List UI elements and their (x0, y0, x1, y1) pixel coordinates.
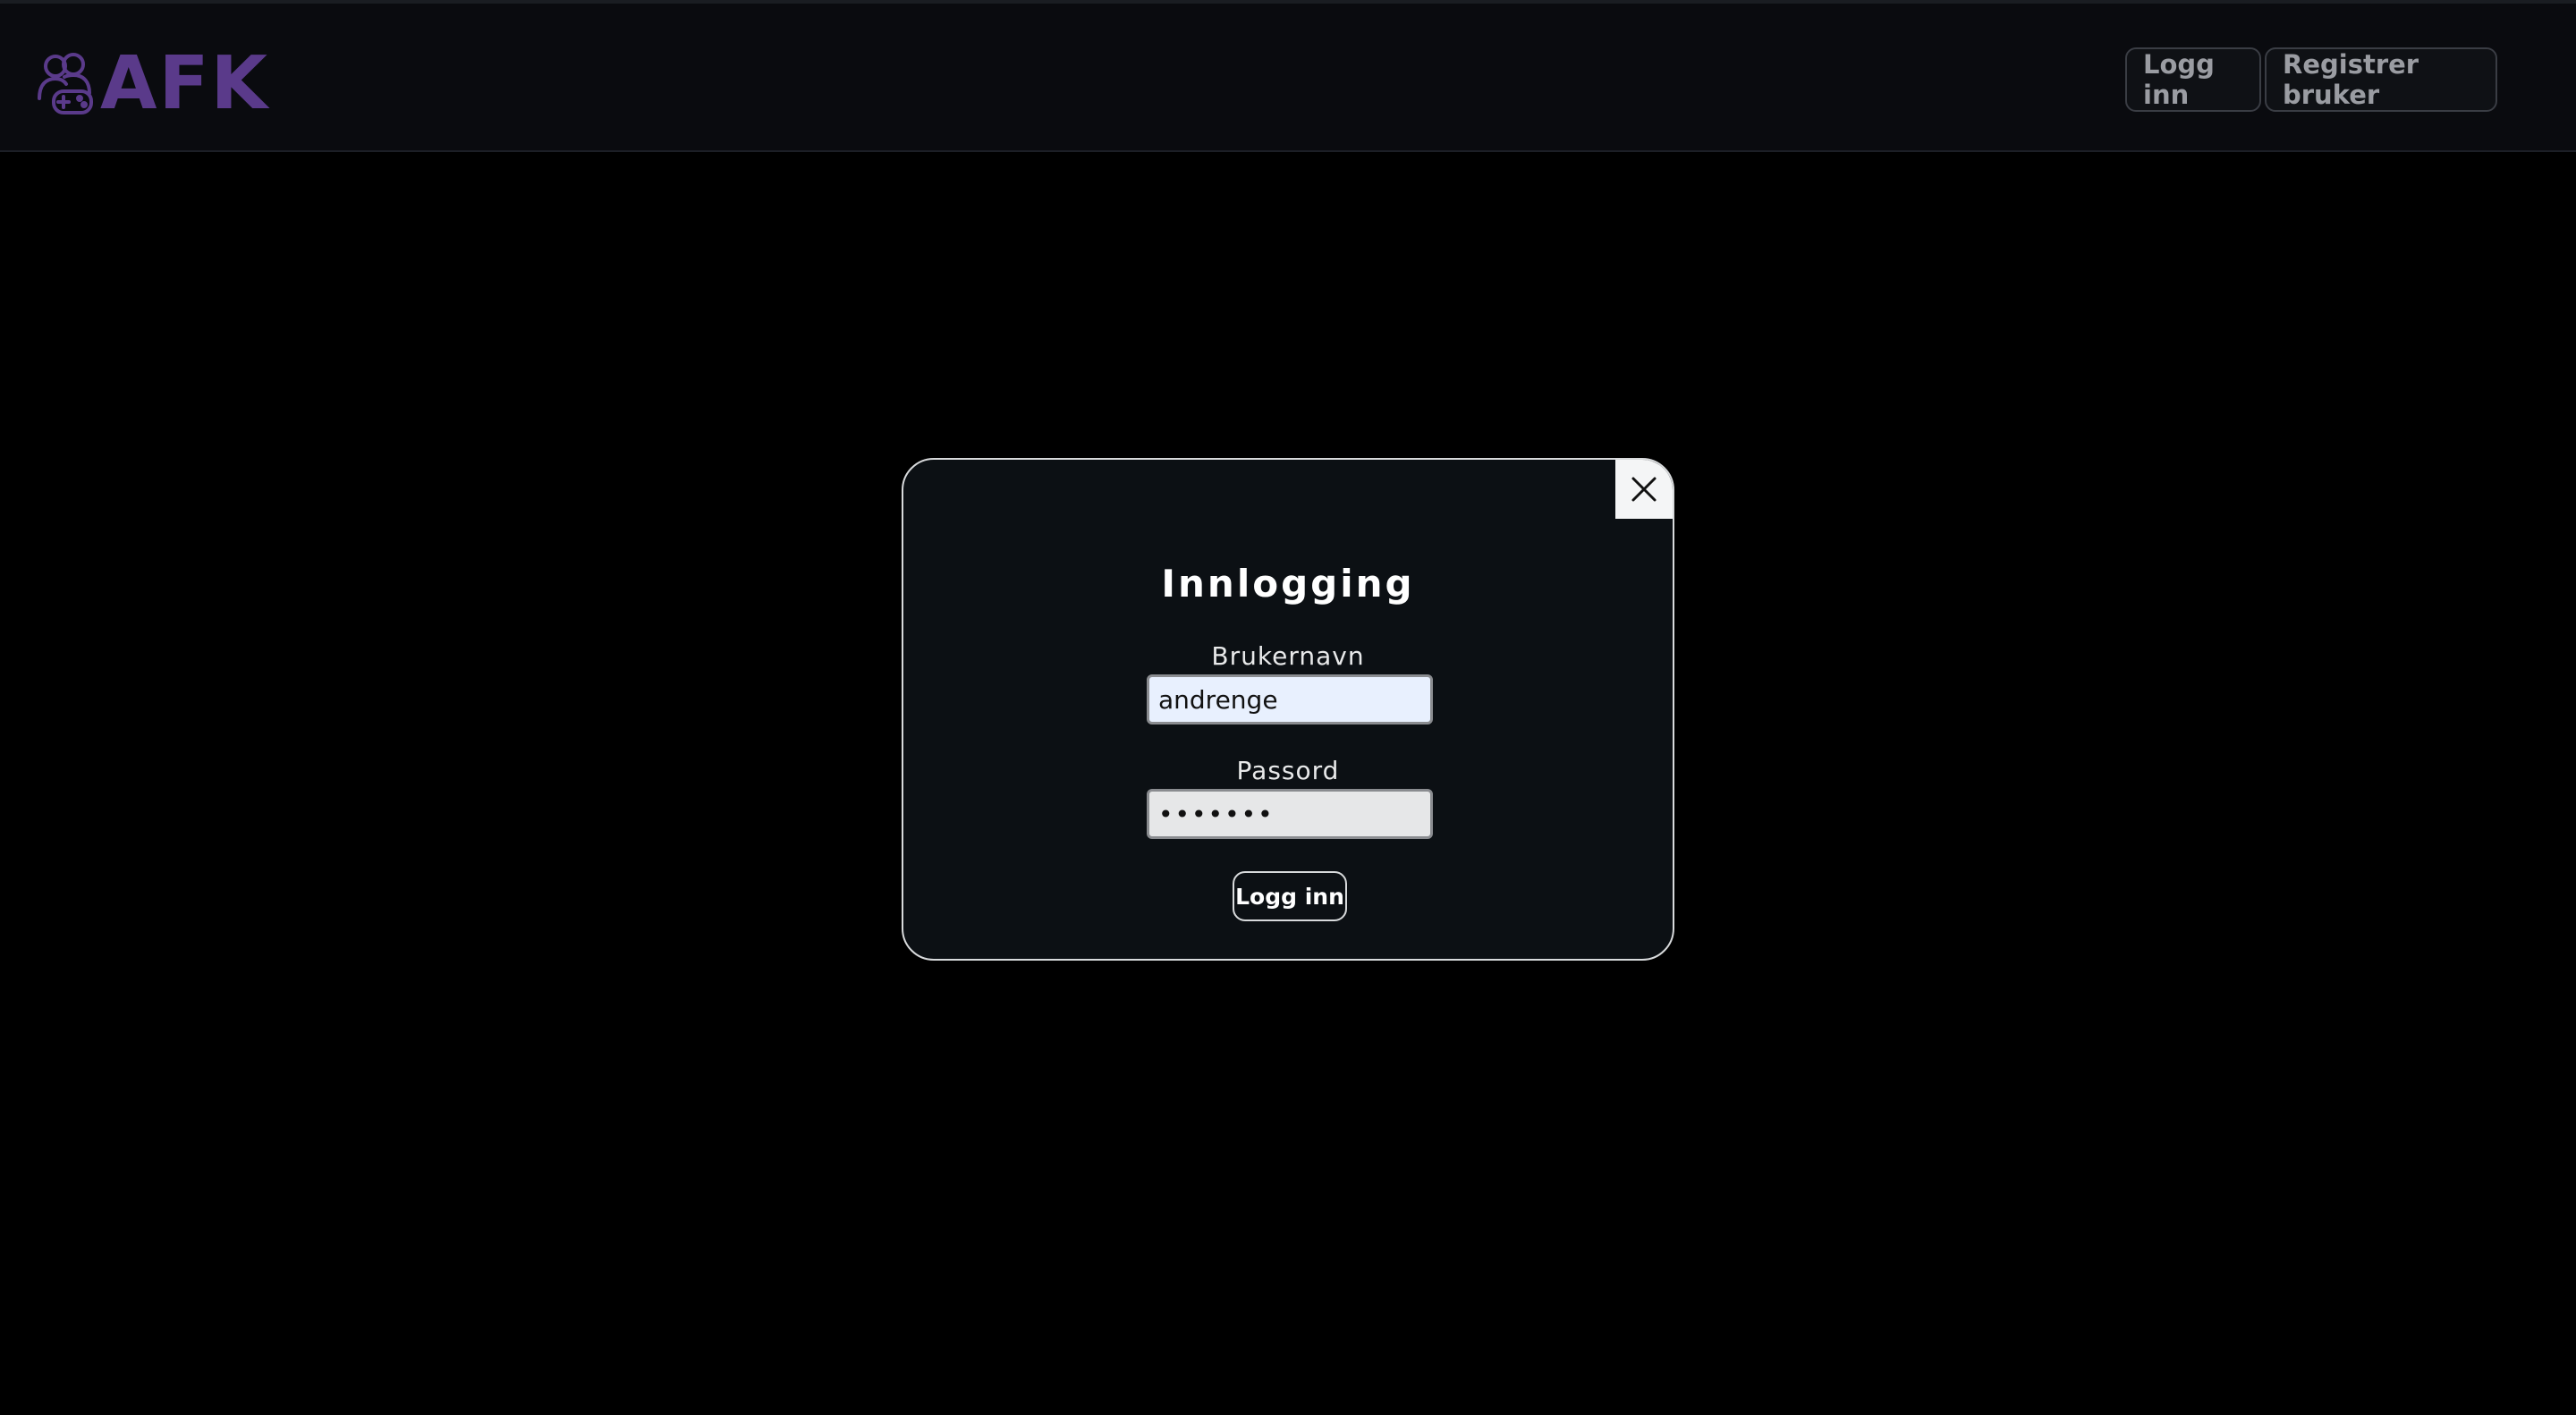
username-label: Brukernavn (1211, 641, 1365, 671)
nav-register-button[interactable]: Registrer bruker (2265, 47, 2497, 112)
login-modal: Innlogging Brukernavn Passord Logg inn (902, 458, 1674, 961)
close-icon (1631, 477, 1657, 502)
gamers-controller-icon (38, 53, 93, 114)
password-input[interactable] (1147, 789, 1433, 839)
username-input[interactable] (1147, 674, 1433, 724)
logo-text: AFK (100, 41, 270, 126)
password-label: Passord (1236, 756, 1340, 785)
login-submit-button[interactable]: Logg inn (1233, 871, 1347, 921)
nav-buttons: Logg inn Registrer bruker (2125, 47, 2497, 112)
nav-login-button[interactable]: Logg inn (2125, 47, 2261, 112)
close-button[interactable] (1615, 460, 1673, 519)
navbar: AFK Logg inn Registrer bruker (0, 4, 2576, 152)
modal-title: Innlogging (1161, 562, 1415, 606)
site-logo[interactable]: AFK (34, 41, 270, 126)
